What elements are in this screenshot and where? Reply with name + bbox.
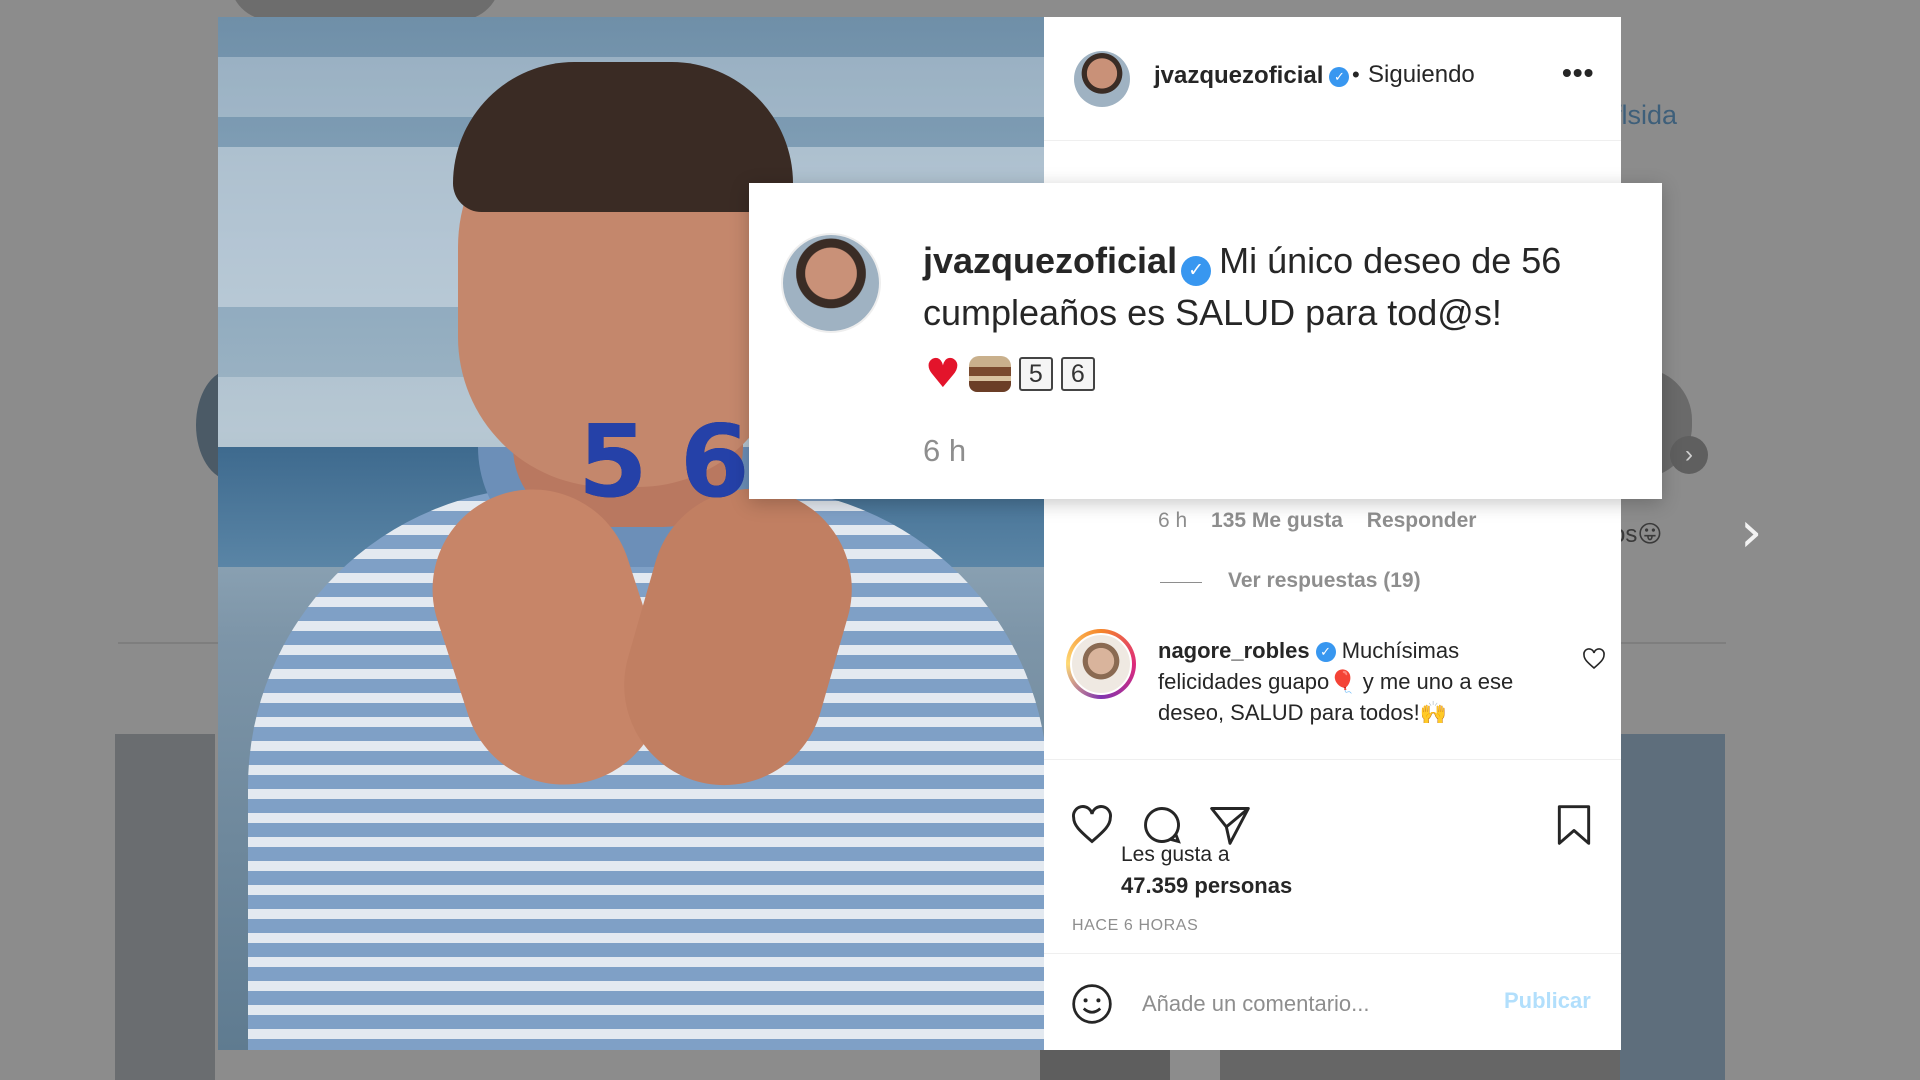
post-side-panel: jvazquezoficial ✓ • Siguiendo ••• 6 h 135…: [1044, 17, 1621, 1050]
post-actions-bar: [1044, 759, 1621, 845]
comment-bubble-icon[interactable]: [1140, 803, 1184, 847]
caption-emojis: ♥ 5 6: [925, 349, 1095, 399]
publish-button[interactable]: Publicar: [1504, 988, 1591, 1014]
author-avatar[interactable]: [1074, 51, 1130, 107]
reply-button[interactable]: Responder: [1367, 509, 1477, 532]
caption-author-avatar[interactable]: [781, 233, 881, 333]
cake-emoji-icon: [968, 356, 1011, 392]
comment-likes[interactable]: 135 Me gusta: [1211, 509, 1343, 532]
keycap-digit: 6: [1060, 357, 1095, 391]
comment-meta: 6 h 135 Me gusta Responder: [1158, 509, 1494, 533]
comment-input[interactable]: [1140, 982, 1504, 1026]
caption-time: 6 h: [923, 433, 967, 468]
more-options-icon[interactable]: •••: [1562, 57, 1594, 89]
background-thumbnail: [1620, 734, 1725, 1080]
post-photo[interactable]: 5 6: [218, 17, 1044, 1050]
view-replies-button[interactable]: Ver respuestas (19): [1228, 569, 1421, 593]
add-comment-bar: Publicar: [1044, 953, 1621, 1051]
photo-hair: [453, 62, 793, 212]
next-post-chevron-right-icon[interactable]: ›: [1740, 505, 1762, 561]
background-thumbnail: [115, 734, 215, 1080]
balloon-emoji-icon: 🎈: [1329, 669, 1357, 694]
verified-badge-icon: ✓: [1315, 642, 1336, 663]
candle-digit: 5: [578, 403, 648, 520]
red-heart-emoji-icon: ♥: [925, 351, 961, 397]
keycap-digit: 5: [1018, 357, 1053, 391]
share-paper-plane-icon[interactable]: [1208, 803, 1252, 847]
hands-emoji-icon: 🙌: [1419, 700, 1448, 725]
commenter-avatar[interactable]: [1066, 629, 1136, 699]
like-heart-icon[interactable]: [1070, 803, 1114, 847]
verified-badge-icon: ✓: [1181, 256, 1212, 286]
emoji-smiley-icon[interactable]: [1070, 982, 1114, 1026]
post-timestamp: HACE 6 HORAS: [1072, 917, 1199, 934]
post-header: jvazquezoficial ✓ • Siguiendo •••: [1044, 17, 1621, 141]
comment-text: nagore_robles ✓ Muchísimas felicidades gu…: [1158, 638, 1514, 725]
background-username-fragment: flsida: [1614, 100, 1678, 130]
caption-text: jvazquezoficial ✓ Mi único deseo de 56 cum…: [923, 240, 1562, 333]
candle-digit: 6: [680, 403, 750, 520]
background-thumbnail: [1220, 1048, 1620, 1080]
background-thumbnail: [1040, 1048, 1170, 1080]
caption-username[interactable]: jvazquezoficial: [923, 240, 1177, 281]
verified-badge-icon: ✓: [1329, 66, 1350, 87]
separator-dot: •: [1352, 62, 1360, 87]
photo-striped-shirt: [248, 487, 1044, 1050]
following-button[interactable]: Siguiendo: [1368, 61, 1475, 89]
save-bookmark-icon[interactable]: [1552, 803, 1596, 847]
commenter-username[interactable]: nagore_robles: [1158, 638, 1310, 663]
comment-time: 6 h: [1158, 509, 1188, 532]
background-scroll-arrow-icon: ›: [1670, 436, 1708, 474]
comment-like-heart-icon[interactable]: [1582, 647, 1606, 671]
zoomed-caption-callout: jvazquezoficial ✓ Mi único deseo de 56 cum…: [749, 183, 1662, 499]
replies-divider: [1160, 582, 1202, 583]
likes-count[interactable]: 47.359 personas: [1121, 873, 1292, 899]
author-username[interactable]: jvazquezoficial ✓: [1154, 62, 1350, 90]
likes-label: Les gusta a: [1121, 843, 1230, 866]
